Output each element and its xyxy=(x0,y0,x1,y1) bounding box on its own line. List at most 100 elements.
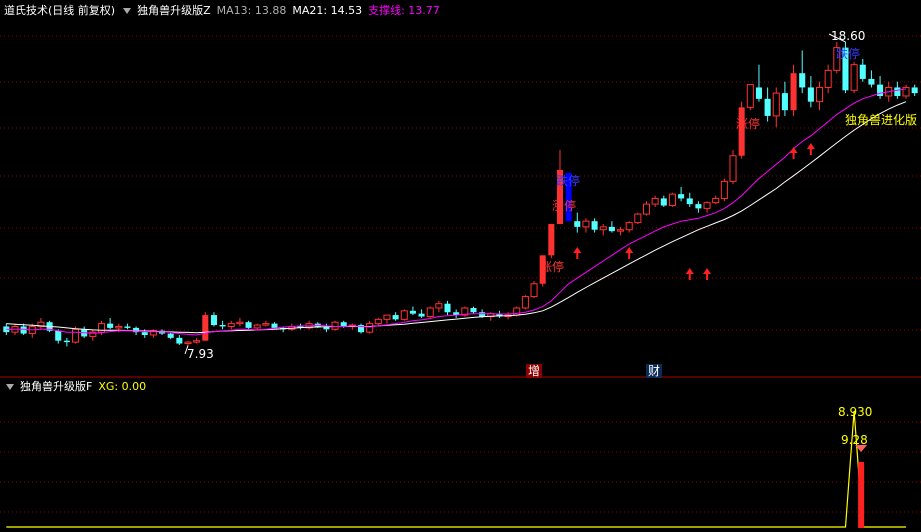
candle-body xyxy=(911,87,918,94)
candle-body xyxy=(72,328,80,343)
candle-body xyxy=(712,197,720,204)
candle-body xyxy=(799,73,806,88)
candle-body xyxy=(695,204,702,209)
candle-body xyxy=(678,194,685,199)
candle-body xyxy=(63,340,70,343)
ma13-label: MA13: 13.88 xyxy=(216,4,287,17)
candle-body xyxy=(435,303,443,309)
candle-body xyxy=(245,322,252,328)
limit-up-marker: 涨停 xyxy=(540,260,565,274)
candle-body xyxy=(686,198,693,205)
candle-body xyxy=(271,323,278,328)
candle-body xyxy=(124,326,131,328)
candle-body xyxy=(444,303,451,313)
limit-down-marker: 跌停 xyxy=(836,47,861,61)
ma21-line xyxy=(6,101,907,334)
event-finance-badge[interactable]: 财 xyxy=(646,364,663,378)
candle-body xyxy=(772,92,780,117)
low-price-label: 7.93 xyxy=(187,347,214,361)
candle-body xyxy=(868,78,875,85)
candle-body xyxy=(625,222,633,231)
candle-body xyxy=(781,93,788,111)
candle-body xyxy=(340,322,347,327)
candle-body xyxy=(815,86,824,103)
candle-body xyxy=(184,341,192,345)
dropdown-icon[interactable] xyxy=(123,7,132,14)
moving-average-lines xyxy=(6,88,907,336)
candle-body xyxy=(167,333,174,338)
candle-body xyxy=(193,340,201,343)
up-arrow-icon xyxy=(625,247,634,259)
candle-body xyxy=(374,318,382,325)
xg-second-label: 9.28 xyxy=(841,433,868,447)
candle-body xyxy=(530,283,538,298)
candle-body xyxy=(574,221,581,227)
period-label: (日线 前复权) xyxy=(48,4,116,17)
xg-label: XG: 0.00 xyxy=(98,380,147,393)
candle-body xyxy=(426,307,434,318)
candle-body xyxy=(660,198,667,206)
candle-body xyxy=(582,220,590,228)
candle-body xyxy=(521,296,529,309)
candle-body xyxy=(642,203,651,215)
candle-body xyxy=(548,224,555,256)
dropdown-icon[interactable] xyxy=(6,383,14,390)
candle-body xyxy=(418,313,425,317)
up-arrow-icon xyxy=(573,247,582,259)
candle-body xyxy=(599,226,607,231)
candle-body xyxy=(479,312,486,317)
candle-body xyxy=(141,332,148,336)
candle-body xyxy=(608,226,615,232)
candle-body xyxy=(55,330,62,341)
candle-body xyxy=(409,310,416,314)
candle-body xyxy=(470,307,477,313)
candle-body xyxy=(729,155,737,182)
indicator-name[interactable]: 独角兽升级版Z xyxy=(137,4,211,17)
up-arrow-icon xyxy=(806,143,815,155)
candle-body xyxy=(202,315,209,341)
candle-body xyxy=(400,310,408,320)
xg-peak-label: 8.930 xyxy=(838,405,873,419)
candle-body xyxy=(850,64,858,91)
candle-body xyxy=(824,69,832,88)
ma21-label: MA21: 14.53 xyxy=(292,4,363,17)
candle-body xyxy=(227,323,235,327)
candle-body xyxy=(253,324,261,329)
candle-body xyxy=(738,107,745,156)
candle-body xyxy=(591,221,598,230)
sub-indicator-name[interactable]: 独角兽升级版F xyxy=(20,380,92,393)
candle-body xyxy=(210,315,217,326)
candle-body xyxy=(668,193,676,207)
candle-body xyxy=(366,323,374,333)
candle-body xyxy=(764,98,771,116)
candle-body xyxy=(634,213,642,224)
candle-body xyxy=(97,323,106,333)
candlestick-series xyxy=(3,41,918,347)
candle-body xyxy=(331,321,339,330)
candle-body xyxy=(894,87,901,96)
stock-name[interactable]: 道氏技术 xyxy=(4,4,48,17)
candle-body xyxy=(790,73,797,111)
candle-body xyxy=(703,202,711,209)
high-price-label: 18.60 xyxy=(831,29,866,43)
candle-body xyxy=(262,323,270,326)
evolution-signal-label: 独角兽进化版 xyxy=(845,113,918,127)
sub-header: 独角兽升级版F XG: 0.00 xyxy=(4,379,152,395)
candle-body xyxy=(383,314,391,320)
candle-body xyxy=(115,325,123,329)
candle-body xyxy=(236,321,244,325)
main-header: 道氏技术(日线 前复权) 独角兽升级版Z MA13: 13.88 MA21: 14.5… xyxy=(4,3,446,19)
support-label: 支撑线: 13.77 xyxy=(368,4,440,17)
xg-signal-bar xyxy=(858,462,865,528)
event-increase-badge[interactable]: 增 xyxy=(526,364,543,378)
sub-indicator-series xyxy=(6,410,906,528)
candle-body xyxy=(807,87,814,102)
candle-body xyxy=(392,315,399,320)
candle-body xyxy=(859,64,866,79)
candle-body xyxy=(720,180,728,199)
candle-body xyxy=(107,323,114,328)
stock-chart[interactable] xyxy=(0,0,921,532)
limit-down-marker: 跌停 xyxy=(556,174,581,188)
up-arrow-icon xyxy=(789,147,798,159)
candle-body xyxy=(219,325,226,327)
